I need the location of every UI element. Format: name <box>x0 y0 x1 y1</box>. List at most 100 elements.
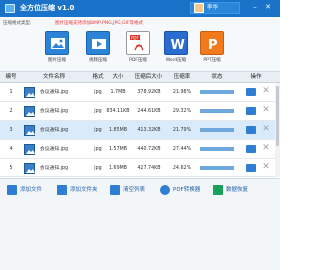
row-size: 1.7MB <box>110 90 126 95</box>
app-logo-icon <box>5 4 15 13</box>
clear-list-label: 清空列表 <box>123 187 146 193</box>
tool-label: PDF压缩 <box>129 58 147 63</box>
row-size: 1.57MB <box>108 147 128 152</box>
row-index: 5 <box>9 166 13 171</box>
row-ratio: 21.98% <box>172 90 192 95</box>
row-index: 2 <box>9 109 13 114</box>
folder-icon[interactable] <box>246 164 256 172</box>
ppt-icon: P <box>200 31 224 55</box>
progress-fill <box>200 109 234 113</box>
video-compress-button[interactable]: 视频压缩 <box>84 31 112 69</box>
progress-fill <box>200 128 234 132</box>
progress-bar <box>200 147 234 151</box>
header-actions: 操作 <box>250 74 262 80</box>
compression-toolbar: 压缩格式类型: 图片压缩支持添加BMP,PNG,JPG,GIF等格式 图片压缩 … <box>0 17 280 72</box>
tool-label: PPT压缩 <box>203 58 221 63</box>
add-file-label: 添加文件 <box>20 187 43 193</box>
table-row[interactable]: 5 会议通知.jpg jpg 1.69MB 427.74KB 24.62% ✕ <box>0 159 280 177</box>
progress-bar <box>200 166 234 170</box>
window-title: 全方位压缩 v1.0 <box>20 4 75 12</box>
header-filename: 文件名称 <box>42 74 65 80</box>
table-row[interactable]: 4 会议通知.jpg jpg 1.57MB 440.72KB 27.44% ✕ <box>0 140 280 159</box>
header-ratio: 压缩率 <box>173 74 191 80</box>
user-avatar[interactable] <box>194 3 204 13</box>
header-index: 编号 <box>5 74 17 80</box>
row-compressed-size: 378.92KB <box>137 90 161 95</box>
title-bar: 全方位压缩 v1.0 李华 – ✕ <box>0 0 280 17</box>
row-ratio: 21.79% <box>172 128 192 133</box>
header-format: 格式 <box>92 74 104 80</box>
row-index: 3 <box>9 128 13 133</box>
row-index: 1 <box>9 90 13 95</box>
row-size: 834.11KB <box>106 109 130 114</box>
svg-text:PDF: PDF <box>131 35 139 40</box>
delete-icon[interactable]: ✕ <box>261 124 271 135</box>
add-folder-label: 添加文件夹 <box>70 187 98 193</box>
header-size: 大小 <box>112 74 124 80</box>
bottom-action-bar: 添加文件 添加文件夹 清空列表 PDF转换器 数据恢复 <box>0 178 280 270</box>
delete-icon[interactable]: ✕ <box>261 143 271 154</box>
minimize-icon[interactable]: – <box>251 3 259 12</box>
folder-icon[interactable] <box>246 145 256 153</box>
folder-icon[interactable] <box>246 126 256 134</box>
delete-icon[interactable]: ✕ <box>261 86 271 97</box>
word-icon: W <box>164 31 188 55</box>
pdf-converter-label: PDF转换器 <box>173 187 201 193</box>
row-filename: 会议通知.jpg <box>39 109 69 114</box>
row-ratio: 29.32% <box>172 109 192 114</box>
delete-icon[interactable]: ✕ <box>261 105 271 116</box>
header-status: 状态 <box>211 74 223 80</box>
add-folder-icon <box>57 185 67 195</box>
data-recovery-icon <box>213 185 223 195</box>
video-icon <box>86 31 110 55</box>
user-name[interactable]: 李华 <box>207 4 218 12</box>
row-format: jpg <box>94 128 102 133</box>
file-table: 编号 文件名称 格式 大小 压缩后大小 压缩率 状态 操作 1 会议通知.jpg… <box>0 72 280 177</box>
header-compressed-size: 压缩后大小 <box>134 74 163 80</box>
table-row[interactable]: 1 会议通知.jpg jpg 1.7MB 378.92KB 21.98% ✕ <box>0 83 280 102</box>
tool-label: 图片压缩 <box>48 58 66 63</box>
pdf-converter-icon <box>160 185 170 195</box>
row-format: jpg <box>94 90 102 95</box>
svg-text:W: W <box>171 38 185 53</box>
row-compressed-size: 244.61KB <box>137 109 161 114</box>
tool-label: 视频压缩 <box>89 58 107 63</box>
image-file-icon <box>24 125 35 136</box>
row-format: jpg <box>94 166 102 171</box>
add-file-icon <box>7 185 17 195</box>
row-size: 1.69MB <box>108 166 128 171</box>
delete-icon[interactable]: ✕ <box>261 162 271 173</box>
row-compressed-size: 427.74KB <box>137 166 161 171</box>
progress-bar <box>200 109 234 113</box>
row-format: jpg <box>94 109 102 114</box>
folder-icon[interactable] <box>246 107 256 115</box>
image-file-icon <box>24 144 35 155</box>
pdf-icon: PDF <box>126 31 150 55</box>
clear-list-icon <box>110 185 120 195</box>
image-compress-button[interactable]: 图片压缩 <box>43 31 71 69</box>
image-file-icon <box>24 106 35 117</box>
folder-icon[interactable] <box>246 88 256 96</box>
row-filename: 会议通知.jpg <box>39 147 69 152</box>
image-icon <box>45 31 69 55</box>
progress-fill <box>200 90 234 94</box>
image-file-icon <box>24 163 35 174</box>
progress-bar <box>200 90 234 94</box>
row-format: jpg <box>94 147 102 152</box>
row-filename: 会议通知.jpg <box>39 90 69 95</box>
table-row[interactable]: 3 会议通知.jpg jpg 1.85MB 413.32KB 21.79% ✕ <box>0 121 280 140</box>
image-file-icon <box>24 87 35 98</box>
table-row[interactable]: 2 会议通知.jpg jpg 834.11KB 244.61KB 29.32% … <box>0 102 280 121</box>
scrollbar-thumb[interactable] <box>276 86 279 146</box>
ppt-compress-button[interactable]: P PPT压缩 <box>198 31 226 69</box>
row-compressed-size: 413.32KB <box>137 128 161 133</box>
close-icon[interactable]: ✕ <box>264 3 272 12</box>
word-compress-button[interactable]: W Word压缩 <box>162 31 190 69</box>
format-hint-text: 图片压缩支持添加BMP,PNG,JPG,GIF等格式 <box>55 21 143 26</box>
row-size: 1.85MB <box>108 128 128 133</box>
row-filename: 会议通知.jpg <box>39 128 69 133</box>
pdf-compress-button[interactable]: PDF PDF压缩 <box>124 31 152 69</box>
svg-text:P: P <box>208 38 218 53</box>
table-header: 编号 文件名称 格式 大小 压缩后大小 压缩率 状态 操作 <box>0 72 280 83</box>
row-filename: 会议通知.jpg <box>39 166 69 171</box>
